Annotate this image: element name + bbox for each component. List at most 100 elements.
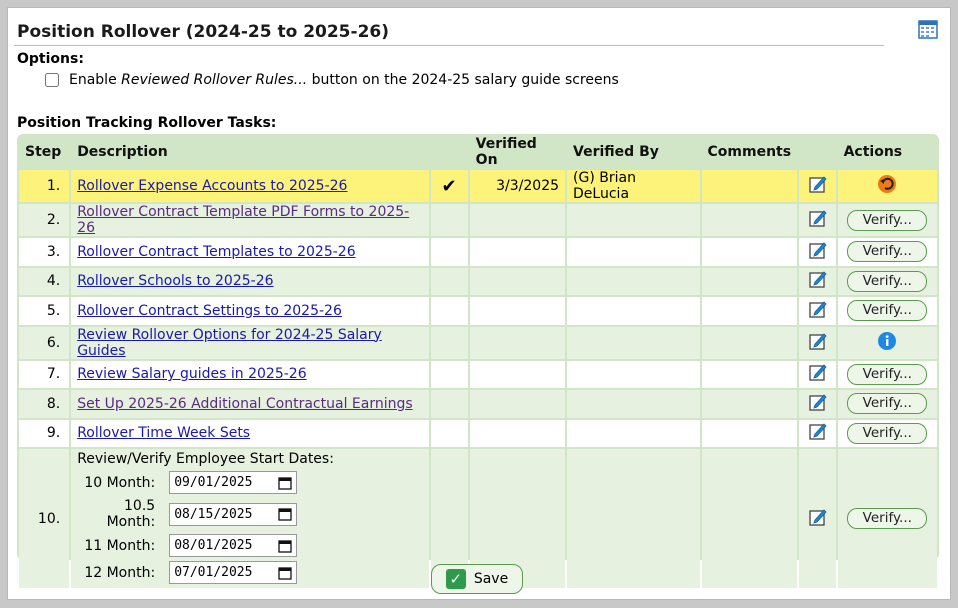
comments <box>701 238 798 266</box>
title-divider <box>14 45 884 46</box>
edit-comment-icon[interactable] <box>808 423 828 445</box>
comments <box>701 360 798 388</box>
verified-check <box>430 238 468 266</box>
verify-button[interactable]: Verify... <box>847 270 928 292</box>
task-link[interactable]: Rollover Schools to 2025-26 <box>77 273 273 289</box>
task-link[interactable]: Review Salary guides in 2025-26 <box>77 366 306 382</box>
option-text: Enable Reviewed Rollover Rules... button… <box>69 72 619 88</box>
col-step: Step <box>25 144 62 160</box>
actions-cell: Verify... <box>837 238 937 266</box>
tasks-label: Position Tracking Rollover Tasks: <box>17 115 277 131</box>
step-number: 1. <box>19 170 70 202</box>
calendar-picker-icon[interactable] <box>278 507 292 521</box>
verified-by <box>567 204 700 236</box>
verified-by <box>567 360 700 388</box>
verify-button[interactable]: Verify... <box>847 363 928 385</box>
comments <box>701 297 798 325</box>
actions-cell: Verify... <box>837 297 937 325</box>
calendar-icon[interactable] <box>917 18 939 40</box>
date-label: 11 Month: <box>84 537 156 554</box>
calendar-picker-icon[interactable] <box>278 566 292 580</box>
verified-on <box>469 204 566 236</box>
edit-comment-icon[interactable] <box>808 271 828 293</box>
table-row: 6. Review Rollover Options for 2024-25 Sa… <box>19 326 937 359</box>
verify-button[interactable]: Verify... <box>847 422 928 444</box>
task-link[interactable]: Rollover Time Week Sets <box>77 425 250 441</box>
options-label: Options: <box>17 51 84 67</box>
check-icon: ✓ <box>445 569 466 589</box>
date-label: 10 Month: <box>84 474 156 491</box>
actions-cell: Verify... <box>837 204 937 236</box>
verified-check <box>430 326 468 359</box>
verified-on <box>469 390 566 418</box>
actions-cell <box>837 326 937 359</box>
step-number: 2. <box>19 204 70 236</box>
rollover-panel: Position Rollover (2024-25 to 2025-26) O… <box>7 7 951 600</box>
verified-on <box>469 297 566 325</box>
undo-icon[interactable] <box>877 175 897 198</box>
enable-rollover-rules-checkbox[interactable] <box>45 73 59 87</box>
verify-button[interactable]: Verify... <box>847 209 928 231</box>
verified-by <box>567 297 700 325</box>
info-icon[interactable] <box>877 331 897 355</box>
edit-comment-icon[interactable] <box>808 364 828 386</box>
edit-comment-icon[interactable] <box>808 394 828 416</box>
edit-comment-icon[interactable] <box>808 176 828 198</box>
verified-check <box>430 360 468 388</box>
edit-comment-icon[interactable] <box>808 332 828 355</box>
actions-cell: Verify... <box>837 360 937 388</box>
verified-on <box>469 326 566 359</box>
edit-comment-icon[interactable] <box>808 242 828 264</box>
verified-by <box>567 238 700 266</box>
step-number: 3. <box>19 238 70 266</box>
task-link[interactable]: Rollover Expense Accounts to 2025-26 <box>77 178 347 194</box>
edit-comment-icon[interactable] <box>808 508 828 531</box>
table-row: 8. Set Up 2025-26 Additional Contractual … <box>19 390 937 418</box>
step-number: 5. <box>19 297 70 325</box>
task-link[interactable]: Review Rollover Options for 2024-25 Sala… <box>77 327 382 359</box>
step-number: 10. <box>19 449 70 588</box>
calendar-picker-icon[interactable] <box>278 476 292 490</box>
verified-on <box>469 419 566 447</box>
actions-cell <box>837 170 937 202</box>
verified-by <box>567 326 700 359</box>
col-description: Description <box>77 144 168 160</box>
task-link[interactable]: Rollover Contract Templates to 2025-26 <box>77 244 355 260</box>
verify-button[interactable]: Verify... <box>847 300 928 322</box>
actions-cell: Verify... <box>837 390 937 418</box>
edit-comment-icon[interactable] <box>808 301 828 323</box>
table-row: 9. Rollover Time Week Sets Verify... <box>19 419 937 447</box>
verified-by: (G) Brian DeLucia <box>567 170 700 202</box>
verified-by <box>567 419 700 447</box>
verified-on: 3/3/2025 <box>469 170 566 202</box>
verified-by <box>567 390 700 418</box>
start-date-input[interactable]: 09/01/2025 <box>169 471 298 494</box>
step-number: 4. <box>19 267 70 295</box>
verify-button[interactable]: Verify... <box>847 393 928 415</box>
verify-button[interactable]: Verify... <box>847 241 928 263</box>
rollover-rules-option: Enable Reviewed Rollover Rules... button… <box>45 72 619 88</box>
col-verified-on: Verified On <box>475 136 537 168</box>
comments <box>701 267 798 295</box>
date-row: 12 Month: 07/01/2025 <box>77 561 422 584</box>
verified-check <box>430 419 468 447</box>
calendar-picker-icon[interactable] <box>278 539 292 553</box>
verified-check <box>430 204 468 236</box>
step-number: 6. <box>19 326 70 359</box>
start-date-input[interactable]: 07/01/2025 <box>169 561 298 584</box>
task-link[interactable]: Rollover Contract Template PDF Forms to … <box>77 204 409 236</box>
col-verified-by: Verified By <box>573 144 659 160</box>
start-date-input[interactable]: 08/15/2025 <box>169 502 298 526</box>
verify-button[interactable]: Verify... <box>847 508 928 529</box>
step-number: 9. <box>19 419 70 447</box>
comments <box>701 170 798 202</box>
verified-check <box>430 297 468 325</box>
page-title: Position Rollover (2024-25 to 2025-26) <box>17 22 389 42</box>
save-button[interactable]: ✓ Save <box>431 564 523 594</box>
task-link[interactable]: Set Up 2025-26 Additional Contractual Ea… <box>77 396 412 412</box>
table-row: 7. Review Salary guides in 2025-26 Verify.… <box>19 360 937 388</box>
start-date-input[interactable]: 08/01/2025 <box>169 534 298 557</box>
edit-comment-icon[interactable] <box>808 210 828 232</box>
step-number: 8. <box>19 390 70 418</box>
task-link[interactable]: Rollover Contract Settings to 2025-26 <box>77 303 342 319</box>
